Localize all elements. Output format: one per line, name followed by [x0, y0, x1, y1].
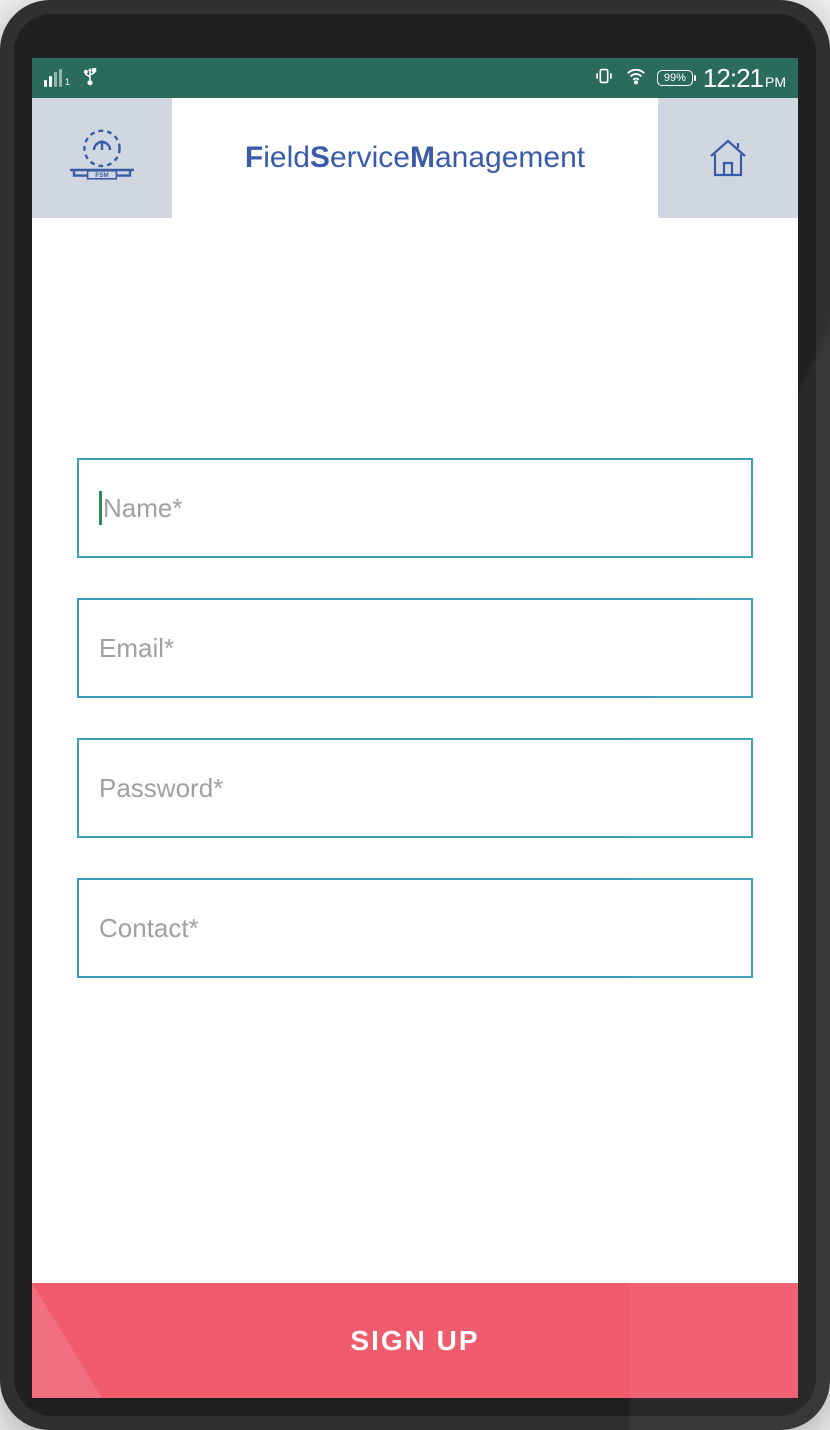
signup-button[interactable]: SIGN UP: [32, 1283, 798, 1398]
clock-ampm: PM: [765, 74, 786, 90]
cellular-signal-icon: 1: [44, 69, 70, 87]
tablet-frame: 1: [0, 0, 830, 1430]
clock-time: 12:21: [703, 63, 763, 94]
name-field[interactable]: [99, 493, 731, 524]
contact-field-wrapper: [77, 878, 753, 978]
home-button[interactable]: [658, 98, 798, 218]
signal-subscript: 1: [65, 77, 70, 87]
clock: 12:21 PM: [703, 63, 786, 94]
usb-icon: [80, 66, 100, 91]
name-field-wrapper: [77, 458, 753, 558]
battery-level: 99%: [657, 70, 693, 86]
status-bar: 1: [32, 58, 798, 98]
email-field[interactable]: [99, 633, 731, 664]
app-header: FSM Field Service Management: [32, 98, 798, 218]
device-screen: 1: [32, 58, 798, 1398]
signup-form: [32, 218, 798, 1283]
text-cursor: [99, 491, 102, 525]
tablet-inner: 1: [14, 14, 816, 1416]
password-field[interactable]: [99, 773, 731, 804]
vibrate-icon: [593, 65, 615, 92]
status-right: 99% 12:21 PM: [593, 63, 786, 94]
password-field-wrapper: [77, 738, 753, 838]
contact-field[interactable]: [99, 913, 731, 944]
app-title: Field Service Management: [172, 98, 658, 218]
wifi-icon: [625, 65, 647, 92]
app-logo[interactable]: FSM: [32, 98, 172, 218]
home-icon: [703, 133, 753, 183]
logo-text: FSM: [95, 172, 109, 179]
status-left: 1: [44, 66, 100, 91]
fsm-logo-icon: FSM: [62, 123, 142, 193]
email-field-wrapper: [77, 598, 753, 698]
